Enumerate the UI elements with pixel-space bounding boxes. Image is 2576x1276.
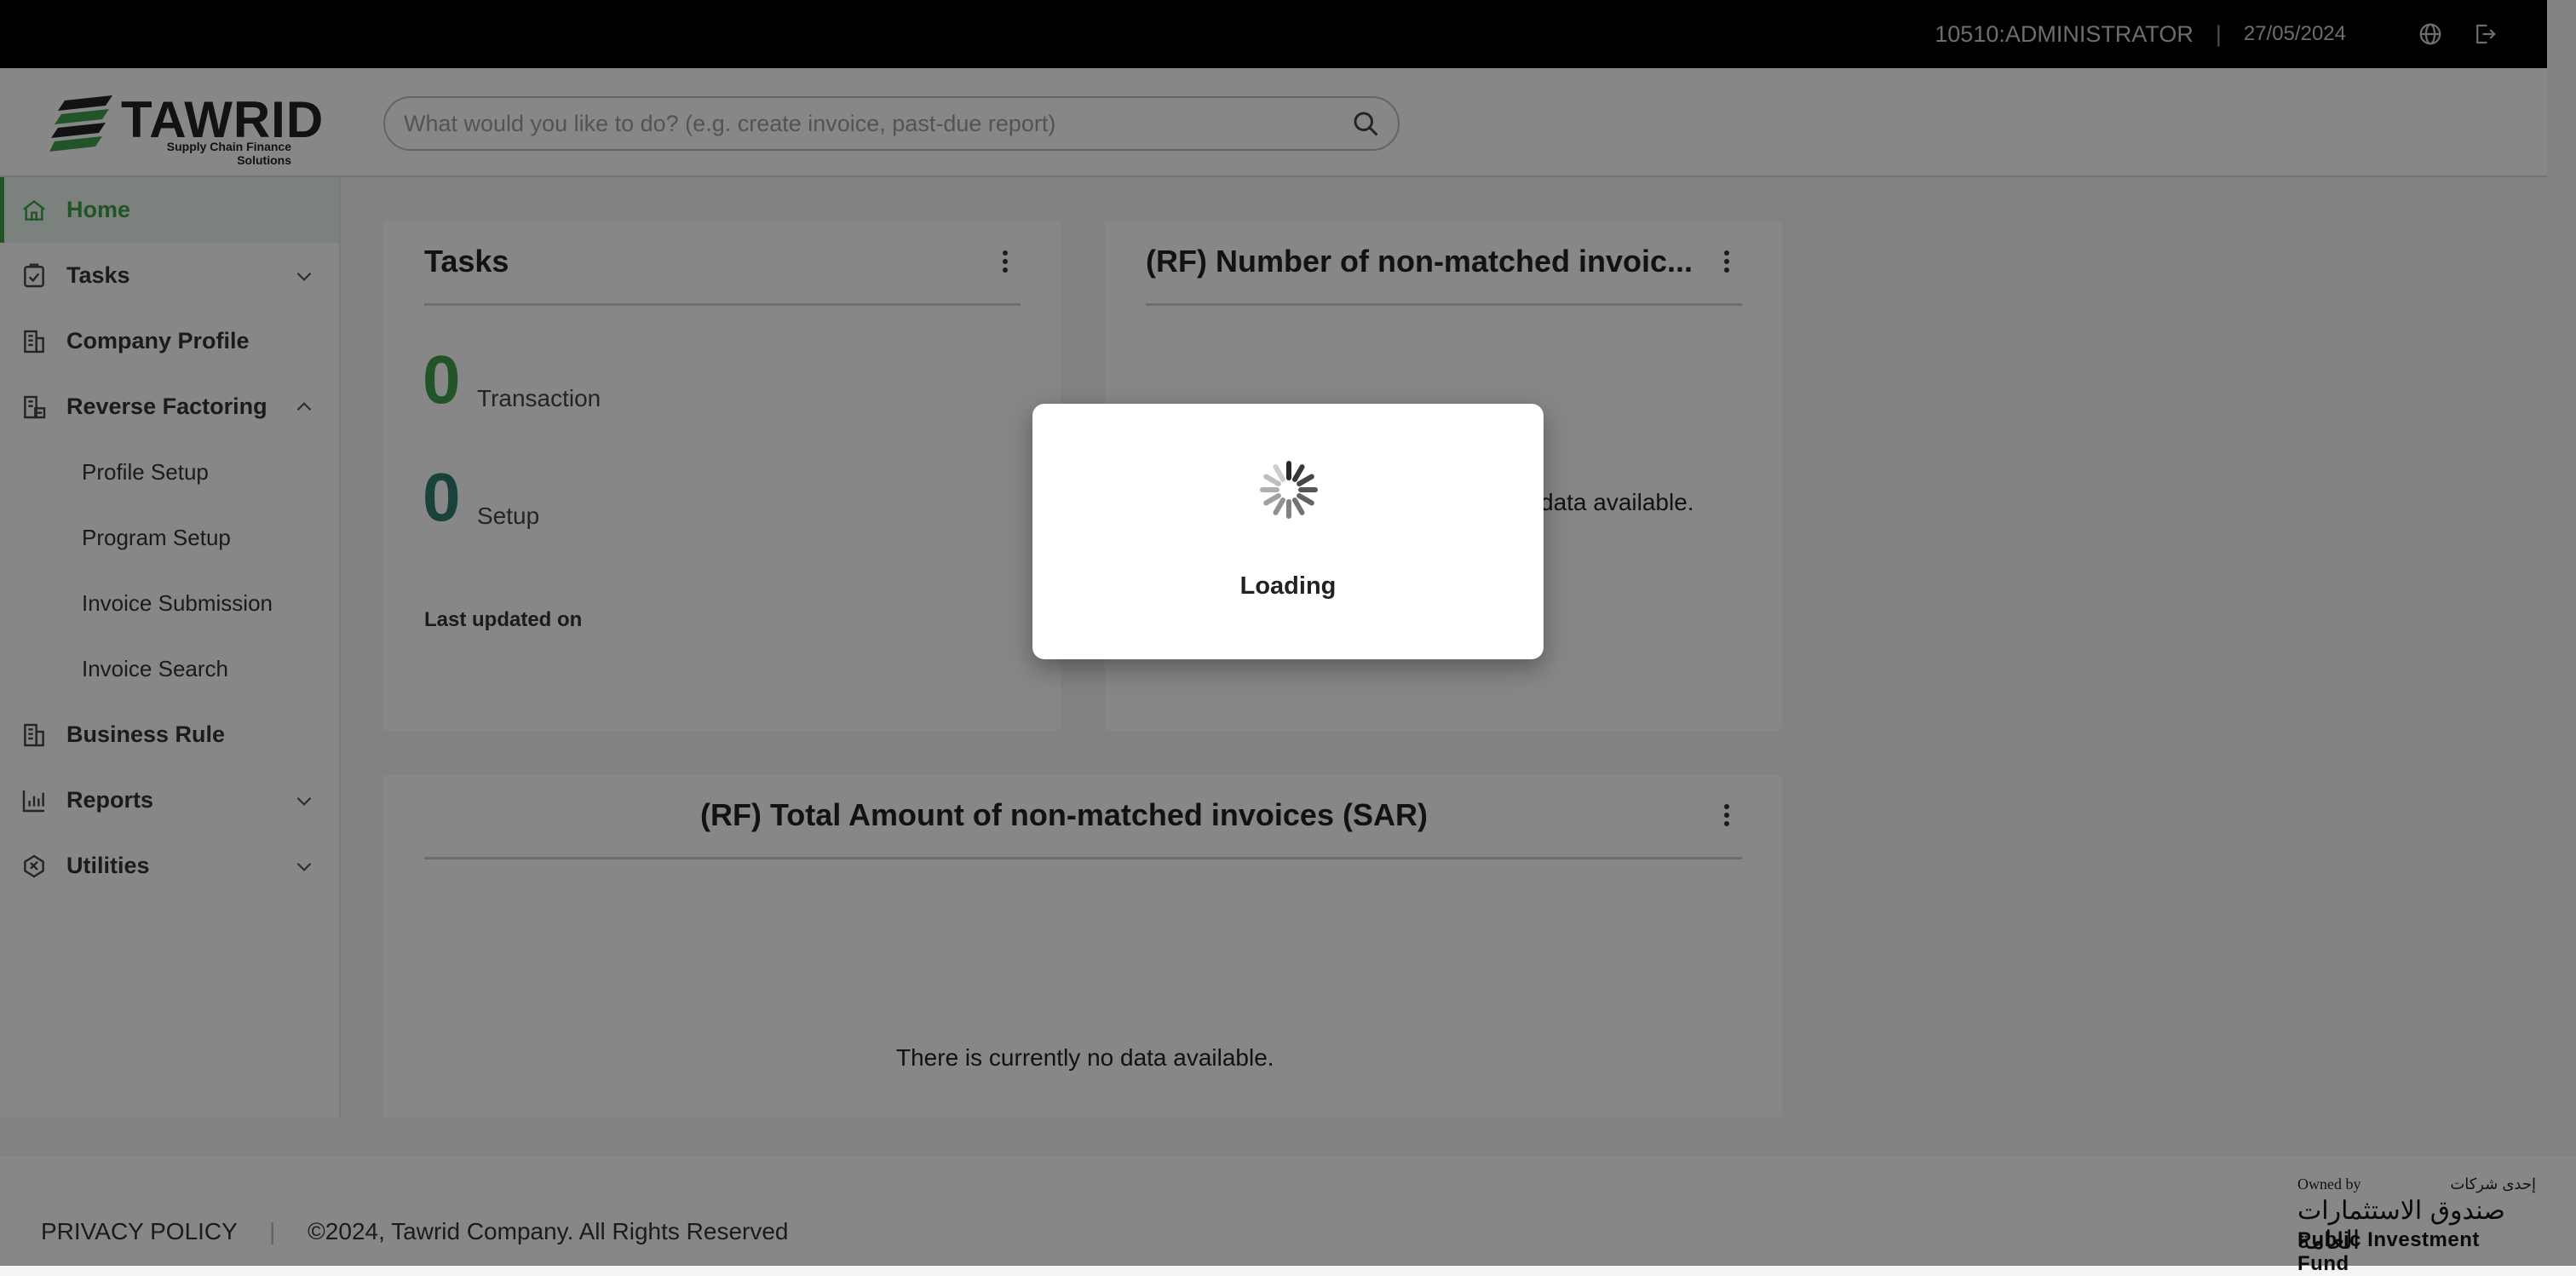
spinner-spoke: [1292, 464, 1305, 482]
loading-spinner-icon: [1260, 461, 1318, 519]
spinner-spoke: [1292, 497, 1305, 515]
spinner-spoke: [1297, 474, 1314, 486]
spinner-spoke: [1273, 497, 1285, 515]
loading-dialog: Loading: [1032, 404, 1544, 659]
spinner-spoke: [1263, 493, 1281, 506]
spinner-spoke: [1263, 474, 1281, 486]
spinner-spoke: [1273, 464, 1285, 482]
loading-text: Loading: [1239, 572, 1337, 600]
spinner-spoke: [1297, 493, 1314, 506]
